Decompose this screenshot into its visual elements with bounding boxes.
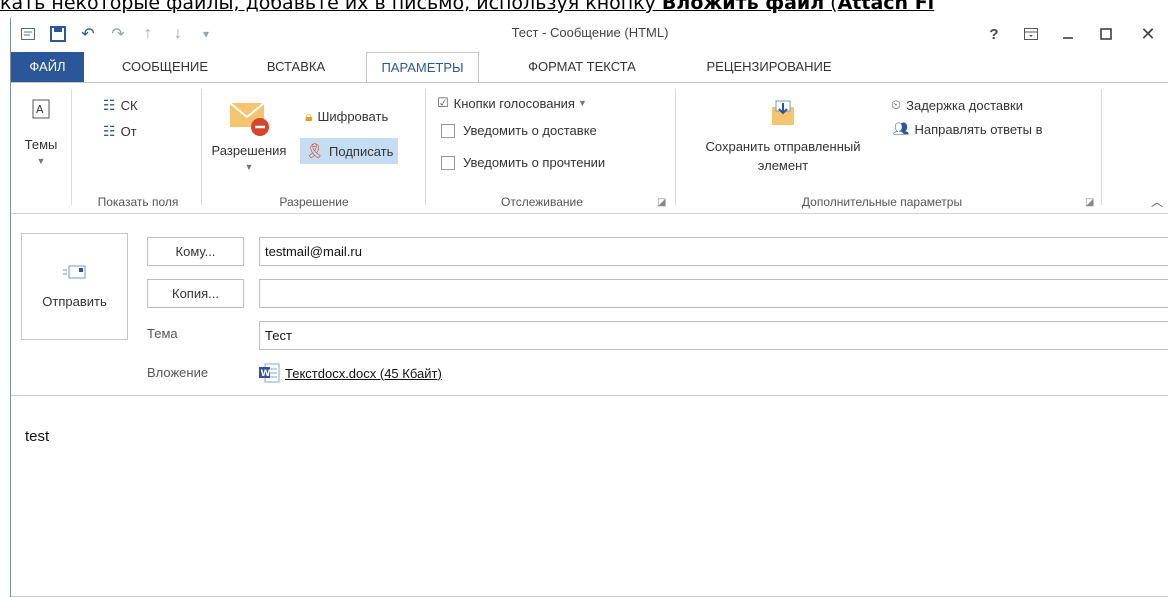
- tab-file[interactable]: ФАЙЛ: [11, 52, 84, 82]
- outlook-message-window: ↶ ↷ ↑ ↓ ▾ Тест - Сообщение (HTML) ? ✕ ФА…: [10, 18, 1168, 597]
- from-field-button[interactable]: ☷ От: [103, 123, 137, 140]
- caption-prefix: кать некоторые файлы, добавьте их в пись…: [0, 0, 662, 14]
- from-list-icon: ☷: [103, 123, 116, 139]
- chevron-down-icon: ▼: [244, 162, 254, 172]
- from-label: От: [120, 124, 137, 139]
- minimize-icon[interactable]: [1053, 22, 1083, 46]
- tab-review[interactable]: РЕЦЕНЗИРОВАНИЕ: [683, 52, 855, 82]
- read-receipt-checkbox[interactable]: Уведомить о прочтении: [441, 155, 605, 170]
- envelope-forbidden-icon: [229, 102, 269, 136]
- title-bar: ↶ ↷ ↑ ↓ ▾ Тест - Сообщение (HTML) ? ✕: [11, 18, 1168, 52]
- delivery-receipt-checkbox[interactable]: Уведомить о доставке: [441, 123, 597, 138]
- to-field[interactable]: testmail@mail.ru: [259, 237, 1168, 266]
- group-label-permission: Разрешение: [279, 195, 349, 209]
- help-button[interactable]: ?: [979, 22, 1009, 46]
- dialog-launcher-icon[interactable]: ◪: [657, 197, 666, 208]
- caption-bold-1: Вложить файл: [661, 0, 825, 14]
- cc-field[interactable]: [259, 279, 1168, 308]
- send-envelope-icon: [62, 265, 85, 279]
- attachment-filename[interactable]: Текстdocx.docx (45 Кбайт): [285, 366, 442, 381]
- sign-label: Подписать: [329, 143, 394, 159]
- group-separator: [201, 89, 202, 205]
- attachment-item[interactable]: W Текстdocx.docx (45 Кбайт): [259, 360, 442, 386]
- to-button[interactable]: Кому...: [147, 237, 244, 266]
- svg-text:W: W: [261, 369, 271, 379]
- ribbon-display-options-icon[interactable]: [1016, 22, 1046, 46]
- message-icon: [17, 23, 39, 45]
- tab-insert[interactable]: ВСТАВКА: [251, 52, 341, 82]
- message-body-text: test: [25, 428, 50, 445]
- tab-options[interactable]: ПАРАМЕТРЫ: [366, 52, 479, 83]
- group-label-show-fields: Показать поля: [97, 195, 179, 209]
- close-icon[interactable]: ✕: [1133, 22, 1163, 46]
- themes-label: Темы: [24, 137, 58, 152]
- lock-icon: 🔒︎: [305, 108, 313, 124]
- save-sent-label-line1: Сохранить отправленный: [705, 139, 861, 154]
- undo-icon[interactable]: ↶: [77, 23, 99, 45]
- page-caption: кать некоторые файлы, добавьте их в пись…: [0, 0, 1168, 20]
- sign-button[interactable]: 🎗︎ Подписать: [300, 138, 399, 164]
- send-label: Отправить: [42, 294, 107, 309]
- ribbon-options: A Темы ▼ ☷ СК ☷ От Показать поля Разреше…: [11, 82, 1168, 214]
- voting-buttons-dropdown[interactable]: ☑ Кнопки голосования ▼: [437, 95, 587, 111]
- tab-format-text[interactable]: ФОРМАТ ТЕКСТА: [506, 52, 658, 82]
- ribbon-tabs: ФАЙЛ СООБЩЕНИЕ ВСТАВКА ПАРАМЕТРЫ ФОРМАТ …: [11, 52, 1168, 83]
- delay-delivery-label: Задержка доставки: [906, 97, 1023, 113]
- save-sent-label-line2: элемент: [757, 158, 809, 173]
- subject-field[interactable]: Тест: [259, 321, 1168, 350]
- chevron-down-icon: ▼: [36, 156, 46, 166]
- caption-middle: (: [824, 0, 838, 14]
- attachment-label: Вложение: [147, 365, 209, 380]
- subject-label: Тема: [147, 326, 178, 341]
- encrypt-button[interactable]: 🔒︎ Шифровать: [305, 108, 388, 125]
- group-separator: [425, 89, 426, 205]
- previous-item-icon[interactable]: ↑: [137, 23, 159, 45]
- cc-list-icon: ☷: [103, 97, 116, 113]
- group-separator: [71, 89, 72, 205]
- ribbon-badge-icon: 🎗︎: [305, 143, 325, 160]
- themes-icon: A: [32, 99, 50, 119]
- checkbox-icon: [441, 155, 455, 170]
- direct-replies-label: Направлять ответы в: [914, 121, 1043, 137]
- people-icon: 👥︎: [893, 121, 910, 136]
- voting-label: Кнопки голосования: [453, 95, 575, 111]
- save-icon[interactable]: [47, 23, 69, 45]
- delay-delivery-button[interactable]: ⏲ Задержка доставки: [891, 97, 1023, 113]
- permission-label: Разрешения: [211, 143, 287, 158]
- checkbox-icon: [441, 123, 455, 138]
- encrypt-label: Шифровать: [317, 109, 389, 124]
- group-separator: [1101, 89, 1102, 205]
- themes-button[interactable]: A Темы ▼: [17, 99, 65, 166]
- caption-bold-2: Attach Fi: [837, 0, 935, 14]
- maximize-icon[interactable]: [1091, 22, 1121, 46]
- cc-button[interactable]: Копия...: [147, 279, 244, 308]
- delivery-receipt-label: Уведомить о доставке: [463, 123, 597, 138]
- clock-icon: ⏲: [891, 97, 902, 112]
- next-item-icon[interactable]: ↓: [167, 23, 189, 45]
- cc-field-button[interactable]: ☷ СК: [103, 97, 138, 114]
- collapse-ribbon-icon[interactable]: ︿: [1151, 193, 1163, 210]
- dialog-launcher-icon[interactable]: ◪: [1085, 197, 1094, 208]
- group-label-tracking: Отслеживание: [501, 195, 583, 209]
- read-receipt-label: Уведомить о прочтении: [463, 155, 606, 170]
- direct-replies-button[interactable]: 👥︎ Направлять ответы в: [893, 121, 1042, 137]
- customize-toolbar-icon[interactable]: ▾: [195, 23, 217, 45]
- permission-button[interactable]: Разрешения ▼: [207, 97, 291, 172]
- voting-icon: ☑: [437, 95, 449, 110]
- tab-message[interactable]: СООБЩЕНИЕ: [107, 52, 223, 82]
- word-document-icon: W: [259, 363, 280, 383]
- group-label-more-options: Дополнительные параметры: [801, 195, 963, 209]
- chevron-down-icon: ▼: [577, 98, 587, 108]
- redo-icon[interactable]: ↷: [107, 23, 129, 45]
- message-body[interactable]: test: [11, 395, 1168, 597]
- send-button[interactable]: Отправить: [21, 233, 128, 340]
- save-sent-item-button[interactable]: Сохранить отправленный элемент: [683, 97, 883, 173]
- cc-label: СК: [120, 98, 138, 113]
- save-sent-item-icon: [772, 100, 794, 125]
- svg-text:A: A: [36, 103, 44, 116]
- group-separator: [675, 89, 676, 205]
